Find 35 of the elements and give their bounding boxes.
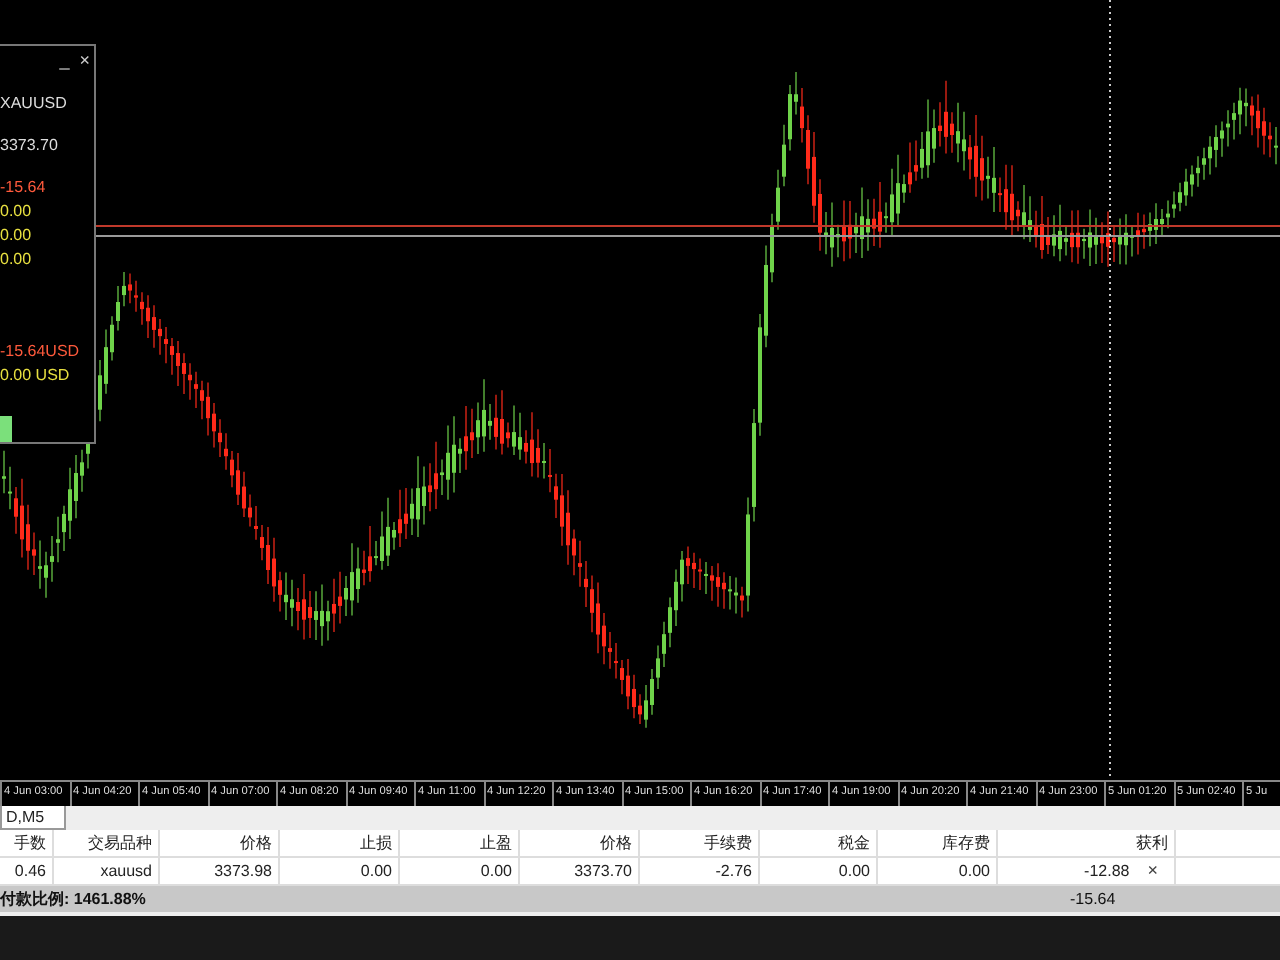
table-cell: 3373.70 (520, 858, 640, 884)
table-cell: 0.00 (280, 858, 400, 884)
floating-value: 0.00 USD (0, 363, 72, 388)
close-order-button[interactable]: × (1147, 858, 1158, 884)
column-header[interactable]: 止损 (280, 830, 400, 856)
column-header[interactable]: 获利 (998, 830, 1176, 856)
table-cell: 3373.98 (160, 858, 280, 884)
table-cell: 0.46 (0, 858, 54, 884)
total-profit-text: -15.64 (1070, 890, 1116, 908)
table-cell: 0.00 (878, 858, 998, 884)
column-header[interactable]: 手数 (0, 830, 54, 856)
table-cell: 0.00 (400, 858, 520, 884)
value-text: 0.00 (0, 200, 34, 225)
column-header[interactable]: 止盈 (400, 830, 520, 856)
status-indicator (0, 415, 12, 442)
column-header[interactable]: 价格 (160, 830, 280, 856)
chart-tab[interactable]: D,M5 (0, 806, 67, 830)
close-button[interactable]: × (79, 50, 90, 73)
floating-profit: -15.64USD (0, 339, 82, 364)
table-cell-text: -12.88 (1084, 860, 1132, 884)
value-text: 0.00 (0, 248, 34, 273)
column-header[interactable]: 交易品种 (54, 830, 160, 856)
table-cell: xauusd (54, 858, 160, 884)
margin-level-text: 付款比例: 1461.88% (0, 888, 146, 910)
table-cell: -2.76 (640, 858, 760, 884)
column-header[interactable]: 价格 (520, 830, 640, 856)
column-header[interactable]: 库存费 (878, 830, 998, 856)
value-text: 0.00 (0, 224, 34, 249)
column-header[interactable]: 税金 (760, 830, 878, 856)
profit-value: -15.64 (0, 176, 48, 201)
minimize-button[interactable]: _ (59, 50, 70, 73)
table-cell: 0.00 (760, 858, 878, 884)
symbol-label: XAUUSD (0, 91, 69, 116)
price-value: 3373.70 (0, 133, 60, 158)
column-header[interactable]: 手续费 (640, 830, 760, 856)
